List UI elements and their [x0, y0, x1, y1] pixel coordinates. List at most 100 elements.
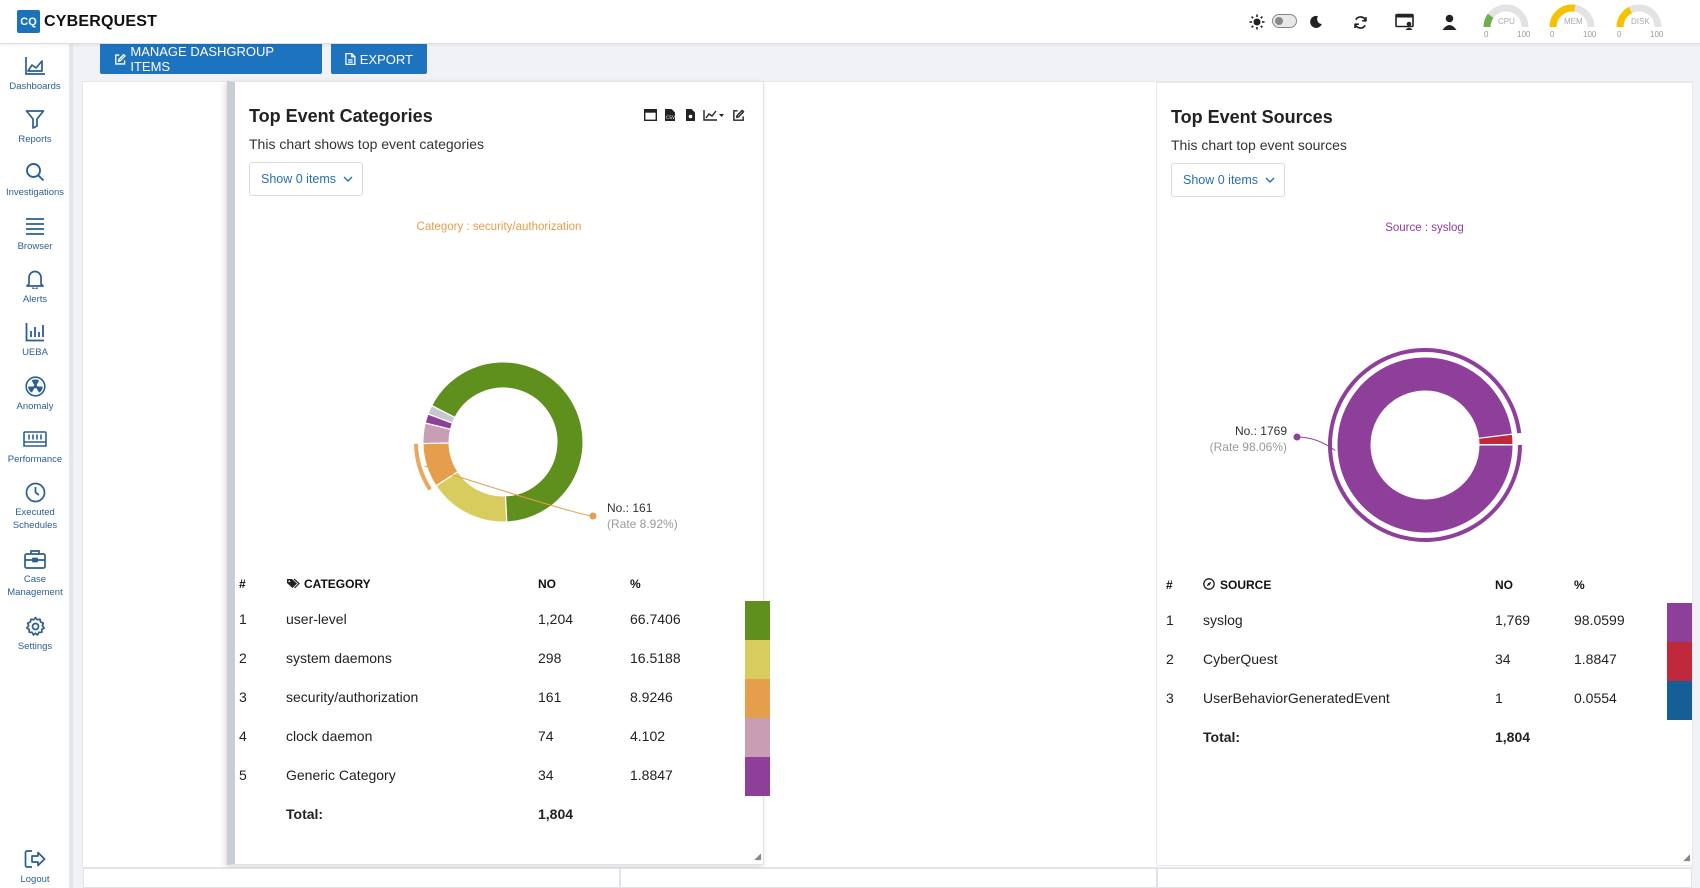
legend-swatch — [1667, 681, 1692, 720]
logout-label: Logout — [20, 874, 50, 885]
row-no: 1,204 — [538, 610, 574, 627]
export-label: EXPORT — [359, 51, 413, 67]
row-pct: 1.8847 — [1574, 650, 1617, 667]
resize-handle[interactable]: ◢ — [1683, 852, 1690, 863]
sun-icon[interactable] — [1246, 11, 1268, 33]
mem-gauge: MEM 0 100 — [1547, 3, 1597, 41]
sidebar-item-settings[interactable]: Settings — [0, 614, 70, 653]
theme-toggle[interactable] — [1272, 14, 1297, 28]
table-row[interactable]: 4 clock daemon 74 4.102 — [239, 716, 739, 755]
row-num: 2 — [1166, 650, 1174, 667]
show-items-label: Show 0 items — [1183, 173, 1259, 187]
total-value: 1,804 — [1495, 728, 1531, 745]
logout-button[interactable]: Logout — [0, 847, 70, 886]
row-name: syslog — [1203, 611, 1243, 628]
sidebar-item-label: Alerts — [22, 294, 48, 305]
sidebar-scrollbar[interactable] — [69, 44, 73, 888]
top-event-categories-widget[interactable]: Top Event Categories CSV This chart show… — [227, 81, 770, 865]
chart-hover-title: Category : security/authorization — [416, 221, 582, 233]
export-button[interactable]: EXPORT — [331, 44, 427, 74]
logo-mark: CQ — [17, 10, 40, 33]
table-row[interactable]: 5 Generic Category 34 1.8847 — [239, 755, 739, 794]
top-event-sources-widget[interactable]: Top Event Sources This chart top event s… — [1156, 82, 1693, 866]
sidebar-item-browser[interactable]: Browser — [0, 214, 70, 253]
sidebar-item-alerts[interactable]: Alerts — [0, 267, 70, 306]
cpu-gauge: CPU 0 100 — [1481, 3, 1531, 41]
row-no: 298 — [538, 649, 562, 666]
svg-text:CSV: CSV — [666, 115, 676, 121]
row-pct: 98.0599 — [1574, 611, 1625, 628]
col-no[interactable]: NO — [538, 569, 630, 599]
sidebar-item-label: UEBA — [22, 347, 48, 358]
col-num: # — [239, 577, 246, 591]
table-row[interactable]: 3 UserBehaviorGeneratedEvent 1 0.0554 — [1166, 678, 1666, 717]
sidebar-item-performance[interactable]: Performance — [0, 427, 70, 466]
briefcase-icon — [23, 547, 47, 571]
total-row: Total: 1,804 — [1166, 717, 1666, 756]
sidebar-item-reports[interactable]: Reports — [0, 107, 70, 146]
sidebar-item-label: Investigations — [5, 187, 65, 198]
widget-title: Top Event Sources — [1171, 107, 1333, 127]
refresh-icon[interactable] — [1349, 11, 1371, 33]
dashboard-card[interactable] — [83, 868, 620, 888]
widget-toolbar: CSV — [643, 108, 745, 122]
edit-widget-icon[interactable] — [731, 108, 745, 122]
user-icon[interactable] — [1438, 11, 1460, 33]
row-num: 1 — [1166, 611, 1174, 628]
widget-subtitle: This chart shows top event categories — [249, 136, 485, 152]
sidebar-item-ueba[interactable]: UEBA — [0, 320, 70, 359]
legend-swatch — [1667, 642, 1692, 681]
category-donut-chart[interactable]: No.: 161 (Rate 8.92%) — [235, 234, 764, 554]
csv-icon[interactable]: CSV — [663, 108, 677, 122]
table-row[interactable]: 3 security/authorization 161 8.9246 — [239, 677, 739, 716]
chart-type-icon[interactable] — [703, 108, 725, 122]
filter-icon — [23, 107, 47, 131]
total-row: Total: 1,804 — [239, 794, 739, 833]
sidebar-item-executed-schedules[interactable]: Executed Schedules — [0, 480, 70, 532]
row-pct: 66.7406 — [630, 610, 681, 627]
manage-dashgroup-button[interactable]: MANAGE DASHGROUP ITEMS — [100, 44, 322, 74]
dashboard-card[interactable] — [620, 868, 1157, 888]
col-pct[interactable]: % — [1574, 570, 1666, 600]
source-table: # SOURCE NO % 1 syslog 1,769 98.0599 2 Cyber… — [1166, 570, 1666, 756]
source-donut-chart[interactable]: No.: 1769 (Rate 98.06%) — [1157, 235, 1692, 555]
pdf-icon[interactable] — [683, 108, 697, 122]
sidebar-item-anomaly[interactable]: Anomaly — [0, 374, 70, 413]
legend-swatch — [745, 718, 770, 757]
table-row[interactable]: 2 CyberQuest 34 1.8847 — [1166, 639, 1666, 678]
monitor-user-icon[interactable] — [1394, 11, 1416, 33]
col-category[interactable]: CATEGORY — [286, 569, 538, 599]
row-num: 5 — [239, 766, 247, 783]
table-row[interactable]: 2 system daemons 298 16.5188 — [239, 638, 739, 677]
disk-gauge: DISK 0 100 — [1614, 3, 1664, 41]
sidebar-item-investigations[interactable]: Investigations — [0, 160, 70, 199]
edit-icon — [115, 53, 126, 65]
gauge-label: MEM — [1564, 17, 1583, 26]
widget-title: Top Event Categories — [249, 106, 433, 126]
tooltip-dot — [1293, 433, 1301, 441]
gauge-min: 0 — [1484, 30, 1489, 39]
app-logo[interactable]: CQ CYBERQUEST — [17, 10, 157, 33]
legend-swatch — [745, 640, 770, 679]
col-pct[interactable]: % — [630, 569, 739, 599]
moon-icon[interactable] — [1305, 11, 1327, 33]
table-row[interactable]: 1 user-level 1,204 66.7406 — [239, 599, 739, 638]
gauge-max: 100 — [1583, 30, 1597, 39]
col-source-label: SOURCE — [1220, 578, 1272, 592]
col-source[interactable]: SOURCE — [1203, 570, 1495, 600]
tooltip-dot — [589, 512, 597, 520]
window-icon[interactable] — [643, 108, 657, 122]
show-items-dropdown[interactable]: Show 0 items — [249, 162, 363, 196]
show-items-dropdown[interactable]: Show 0 items — [1171, 163, 1285, 197]
dashboard-card[interactable] — [1157, 868, 1692, 888]
table-row[interactable]: 1 syslog 1,769 98.0599 — [1166, 600, 1666, 639]
tooltip-rate: (Rate 8.92%) — [607, 517, 678, 531]
row-pct: 16.5188 — [630, 649, 681, 666]
sidebar-item-dashboards[interactable]: Dashboards — [0, 54, 70, 93]
resize-handle[interactable]: ◢ — [754, 851, 761, 862]
row-num: 3 — [239, 688, 247, 705]
row-num: 2 — [239, 649, 247, 666]
sidebar-item-case-management[interactable]: Case Management — [0, 547, 70, 599]
tooltip-count: No.: 1769 — [1235, 424, 1287, 438]
col-no[interactable]: NO — [1495, 570, 1574, 600]
